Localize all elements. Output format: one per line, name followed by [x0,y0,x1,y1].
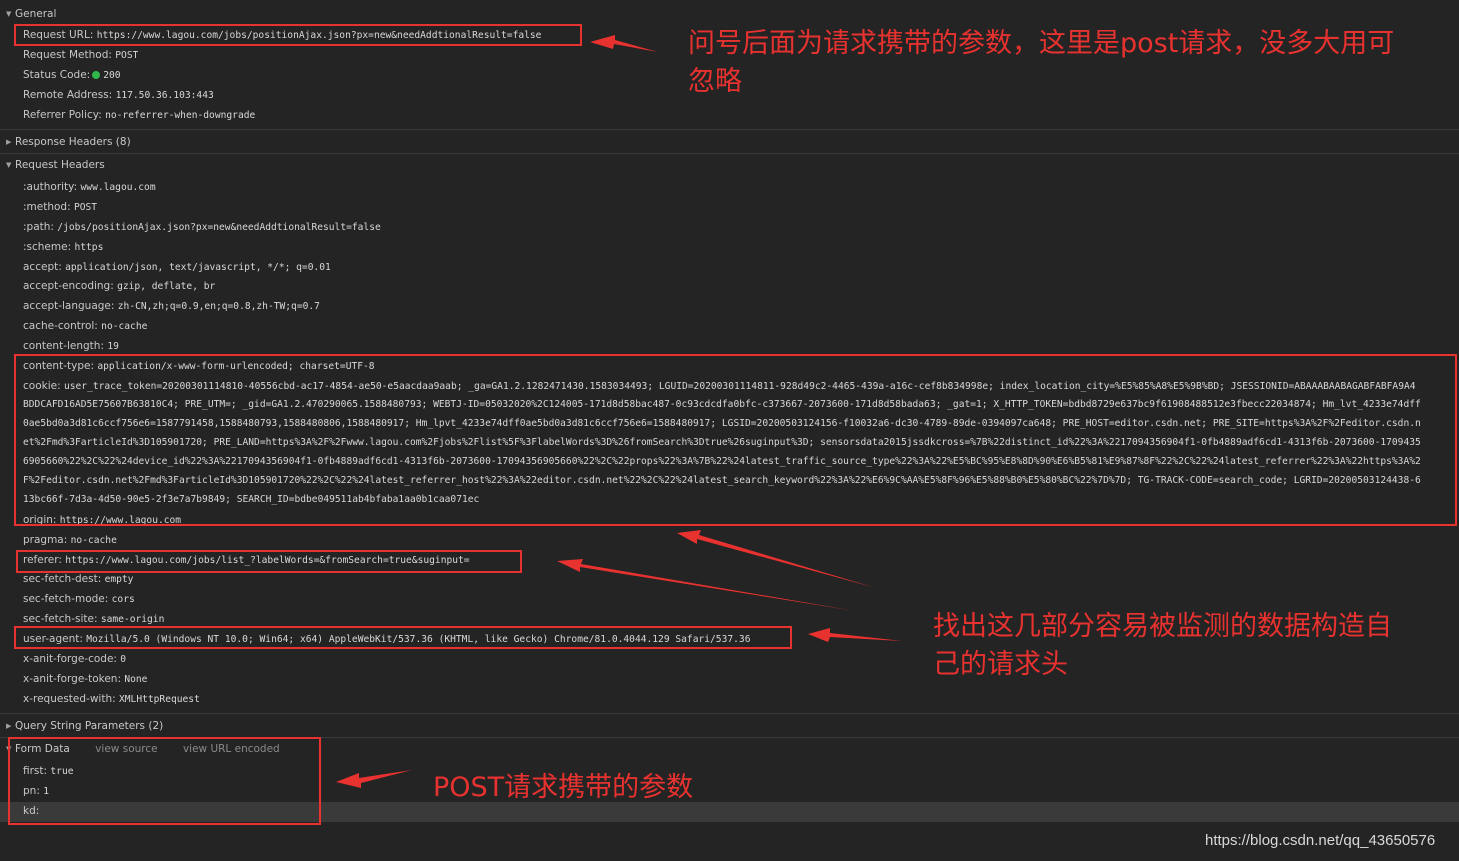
arrow-user-agent [808,628,902,642]
arrow-referer [557,559,855,611]
arrow-cookie [677,530,876,588]
arrow-form-data [336,770,412,788]
annotation-arrows [336,35,902,788]
annotation-note-url: 问号后面为请求携带的参数，这里是post请求，没多大用可 忽略 [688,28,1395,97]
annotation-note-headers: 找出这几部分容易被监测的数据构造自 己的请求头 [933,611,1392,680]
watermark: https://blog.csdn.net/qq_43650576 [1205,832,1436,849]
arrow-request-url [590,35,658,52]
annotation-note-form-data: POST请求携带的参数 [433,772,694,803]
